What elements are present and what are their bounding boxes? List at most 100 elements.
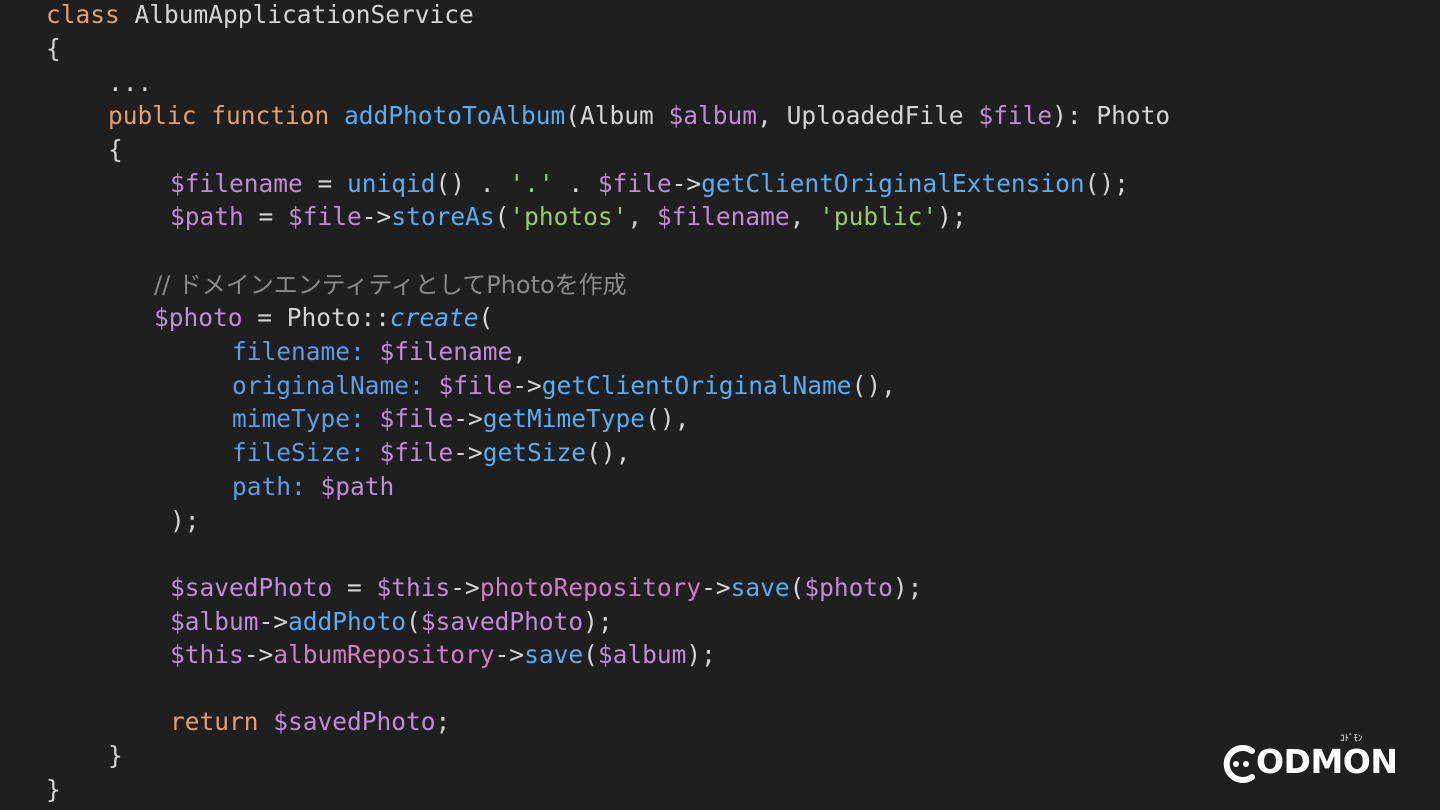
code-token: $album [668,101,758,130]
code-token: ... [108,68,153,97]
code-token: $file [379,404,454,433]
code-token: -> [258,607,289,636]
code-line: $savedPhoto = $this->photoRepository->sa… [170,573,922,603]
code-token: $file [438,371,513,400]
code-token: class [46,0,135,29]
code-token: uniqid [347,169,436,198]
code-token: photoRepository [479,573,702,602]
code-token: 'photos' [509,202,628,231]
code-token: } [46,775,61,804]
code-token: $file [379,438,454,467]
code-line: $path = $file->storeAs('photos', $filena… [170,202,967,232]
code-token: filename: [232,337,380,366]
code-line: { [46,34,61,64]
code-token: ): Photo [1052,101,1171,130]
code-token: create [390,303,479,332]
code-token: $filename [379,337,513,366]
logo-kana: ｺﾄﾞﾓﾝ [1340,734,1363,744]
code-token: ); [937,202,967,231]
code-token: (), [851,371,896,400]
code-token: $savedPhoto [170,573,333,602]
code-token: $photo [804,573,893,602]
code-line: } [108,741,123,771]
code-line: $photo = Photo::create( [154,303,493,333]
code-token: // ドメインエンティティとしてPhotoを作成 [154,271,627,299]
code-token: , [512,337,528,366]
code-token: , UploadedFile [757,101,979,130]
code-token: mimeType: [232,404,380,433]
code-line: ... [108,68,152,98]
code-token: save [730,573,790,602]
code-line: $this->albumRepository->save($album); [170,640,716,670]
code-line: { [108,135,123,165]
code-token: () . [435,169,510,198]
code-editor: class AlbumApplicationService {... public … [0,0,1440,810]
code-token: ( [478,303,494,332]
code-token: -> [701,573,731,602]
code-token: -> [450,573,480,602]
code-token: -> [453,404,483,433]
code-token: ( [494,202,510,231]
code-token: ( [583,640,598,669]
code-token: } [108,741,123,770]
code-token: storeAs [391,202,495,231]
code-token: save [524,640,584,669]
code-token: -> [494,640,525,669]
code-token: addPhotoToAlbum [344,101,566,130]
code-line: path: $path [232,472,394,502]
code-token: '.' [509,169,554,198]
logo-wordmark: ODMON [1256,742,1398,781]
code-token: addPhoto [288,607,407,636]
code-token: $path [320,472,395,501]
code-line: $filename = uniqid() . '.' . $file->getC… [170,169,1129,199]
code-token: 'public' [819,202,938,231]
code-token: ( [789,573,805,602]
code-line: filename: $filename, [232,337,527,367]
code-token: $file [288,202,362,231]
code-token: -> [671,169,702,198]
code-token: path: [232,472,321,501]
code-token: = [302,169,348,198]
code-token: getClientOriginalExtension [701,169,1085,198]
code-token: $path [170,202,244,231]
code-token: -> [453,438,483,467]
code-token: $photo [154,303,243,332]
code-token: albumRepository [273,640,495,669]
code-token: -> [512,371,542,400]
code-line: mimeType: $file->getMimeType(), [232,404,689,434]
code-token: $this [170,640,244,669]
code-token: = Photo:: [242,303,391,332]
code-token: $savedPhoto [420,607,584,636]
code-token: (Album [565,101,669,130]
code-token: return [170,707,274,736]
code-line: fileSize: $file->getSize(), [232,438,630,468]
code-token: , [789,202,820,231]
code-line: class AlbumApplicationService [46,0,474,30]
code-token: $file [597,169,672,198]
code-token: -> [361,202,392,231]
code-token: ); [892,573,923,602]
code-token: -> [243,640,274,669]
code-token: $savedPhoto [273,707,436,736]
code-line: originalName: $file->getClientOriginalNa… [232,371,896,401]
code-token: $album [597,640,687,669]
code-line: public function addPhotoToAlbum(Album $a… [108,101,1170,131]
code-token: (), [586,438,631,467]
code-token: (); [1084,169,1129,198]
code-line: $album->addPhoto($savedPhoto); [170,607,613,637]
code-token: . [553,169,598,198]
code-line: // ドメインエンティティとしてPhotoを作成 [154,270,627,300]
code-token: getSize [482,438,587,467]
codmon-logo: ODMON ｺﾄﾞﾓﾝ [1222,734,1400,788]
code-line: return $savedPhoto; [170,707,450,737]
code-token: $album [170,607,259,636]
code-token: = [243,202,289,231]
code-token: ); [583,607,613,636]
code-token: , [627,202,657,231]
code-token: { [46,34,61,63]
code-token: getClientOriginalName [541,371,852,400]
code-token: $filename [170,169,303,198]
code-token: = [332,573,377,602]
code-token: ); [686,640,716,669]
code-token: { [108,135,123,164]
